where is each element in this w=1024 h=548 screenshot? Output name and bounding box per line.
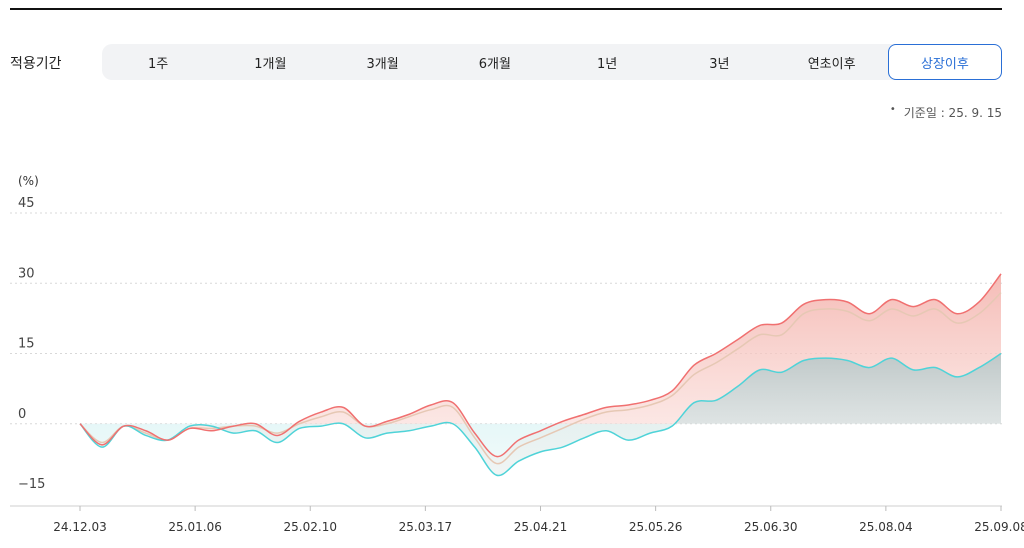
y-tick-label: 15 xyxy=(18,337,35,352)
x-tick-label: 24.12.03 xyxy=(53,520,106,534)
y-unit-label: (%) xyxy=(18,174,39,188)
x-tick-label: 25.03.17 xyxy=(399,520,452,534)
y-tick-label: 30 xyxy=(18,266,35,281)
x-tick-label: 25.04.21 xyxy=(514,520,567,534)
x-tick-label: 25.01.06 xyxy=(168,520,221,534)
x-tick-label: 25.08.04 xyxy=(859,520,912,534)
y-tick-label: −15 xyxy=(18,477,45,492)
neutral-area xyxy=(80,353,1001,424)
x-tick-label: 25.09.08 xyxy=(974,520,1024,534)
return-chart: (%) 45 30 15 0 −15 24.12.03 25.01.06 25.02.10 25.… xyxy=(10,174,1024,534)
x-tick-label: 25.05.26 xyxy=(629,520,682,534)
y-tick-label: 0 xyxy=(18,407,26,422)
x-tick-label: 25.06.30 xyxy=(744,520,797,534)
x-tick-label: 25.02.10 xyxy=(284,520,337,534)
y-tick-label: 45 xyxy=(18,196,35,211)
